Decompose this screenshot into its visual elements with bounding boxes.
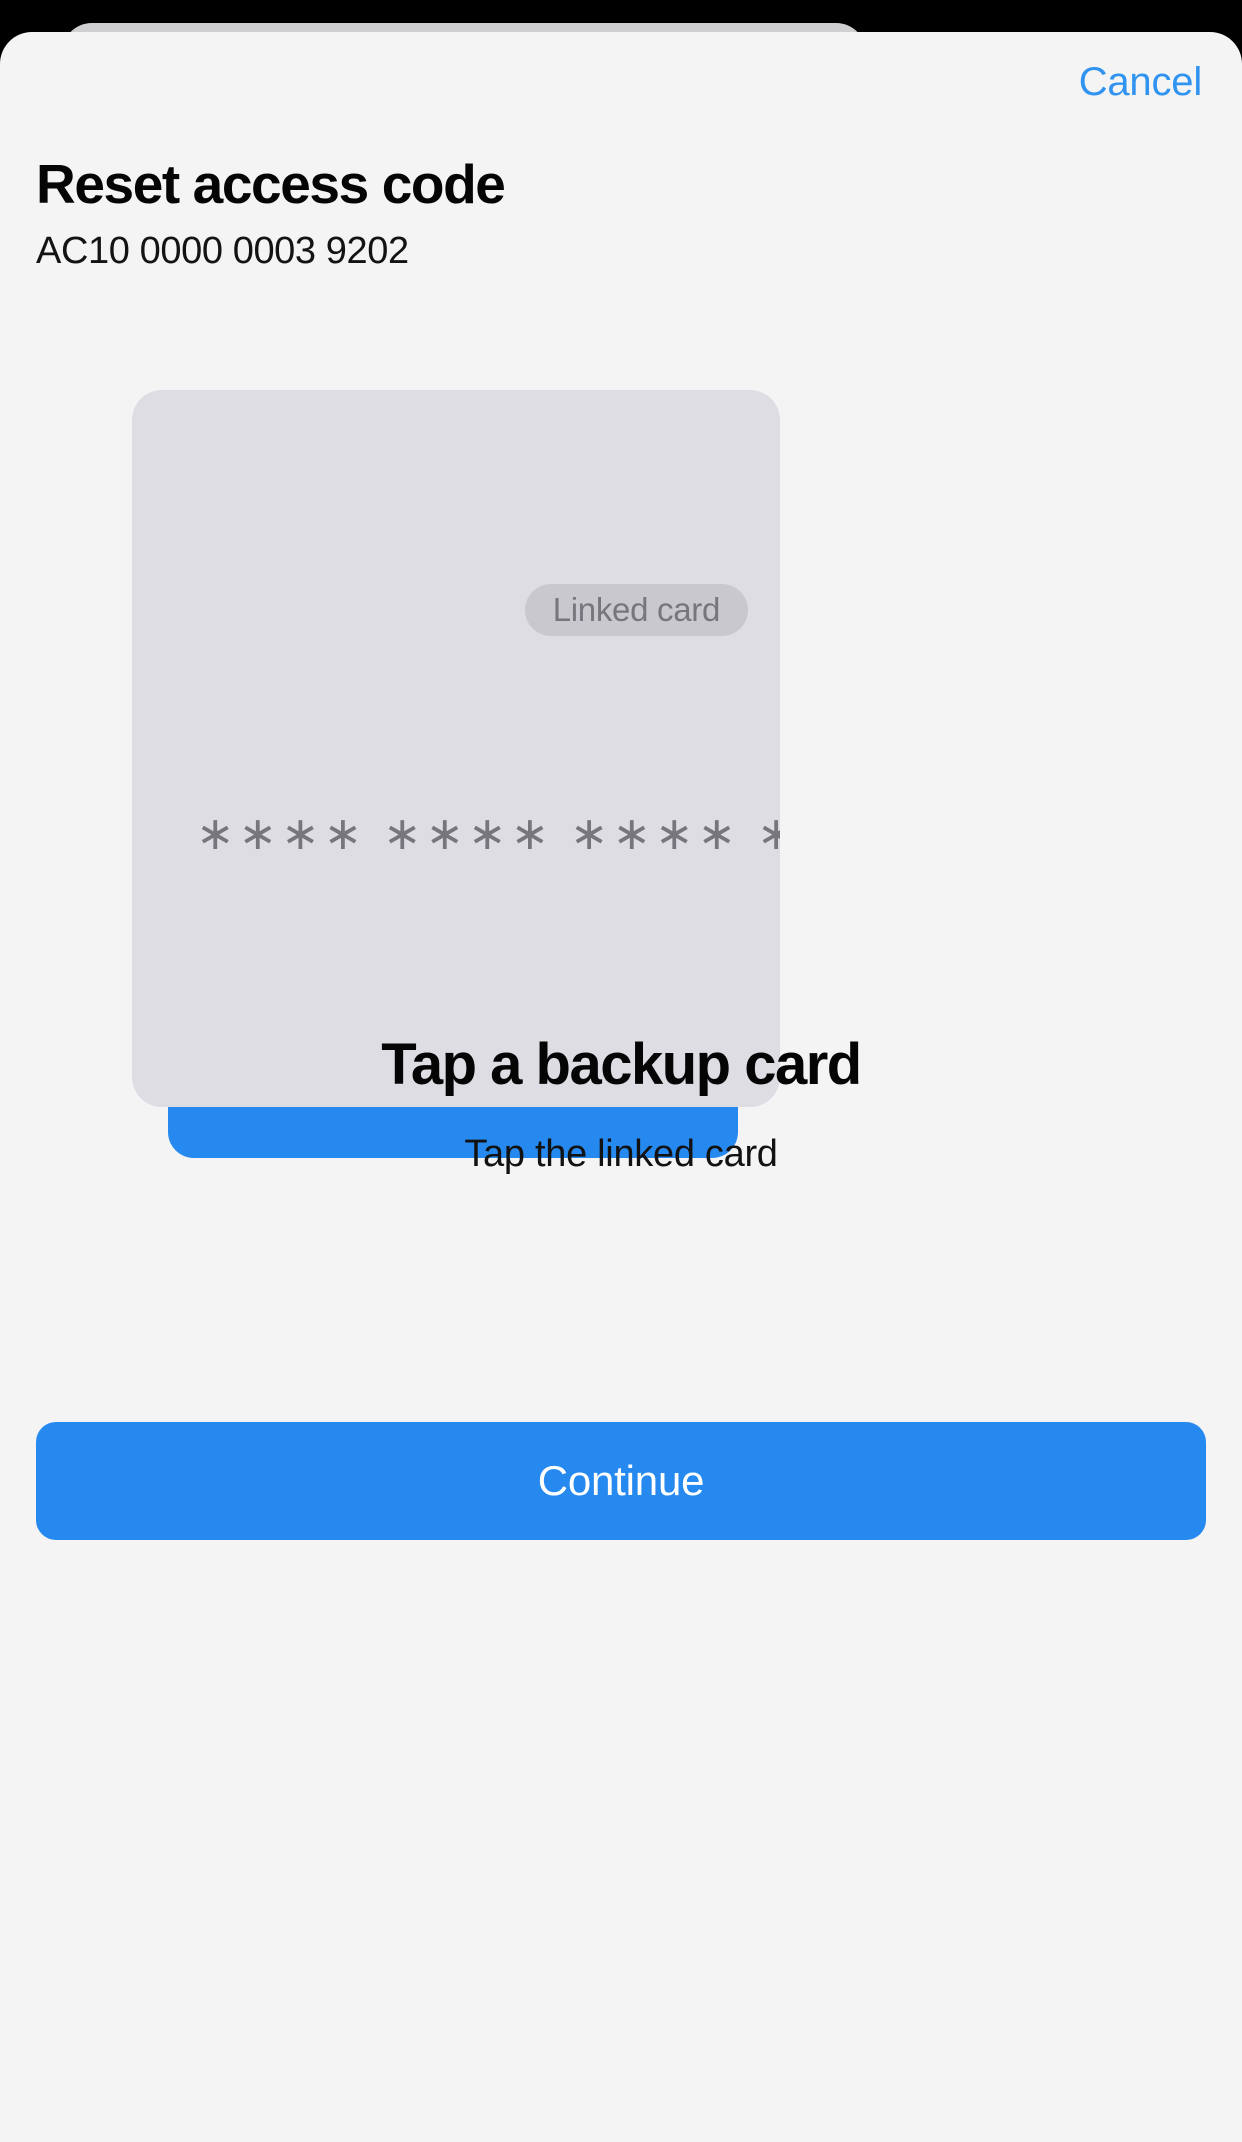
phone-screen: Cancel Reset access code AC10 0000 0003 … (0, 0, 1242, 2142)
modal-sheet: Cancel Reset access code AC10 0000 0003 … (0, 32, 1242, 2142)
page-title: Reset access code (36, 153, 506, 215)
prompt-block: Tap a backup card Tap the linked card (0, 1032, 1242, 1178)
linked-card-front: Linked card ∗∗∗∗ ∗∗∗∗ ∗∗∗∗ ∗∗∗∗ (132, 390, 780, 1107)
card-identifier: AC10 0000 0003 9202 (36, 229, 409, 272)
cancel-button[interactable]: Cancel (1075, 56, 1206, 108)
prompt-subtitle: Tap the linked card (464, 1133, 778, 1176)
prompt-title: Tap a backup card (381, 1032, 862, 1097)
continue-button[interactable]: Continue (36, 1422, 1206, 1540)
status-badge: Linked card (524, 584, 748, 636)
masked-card-number: ∗∗∗∗ ∗∗∗∗ ∗∗∗∗ ∗∗∗∗ (196, 807, 780, 859)
sheet-topbar: Cancel (0, 32, 1242, 132)
sheet-header: Reset access code AC10 0000 0003 9202 (36, 153, 1036, 273)
